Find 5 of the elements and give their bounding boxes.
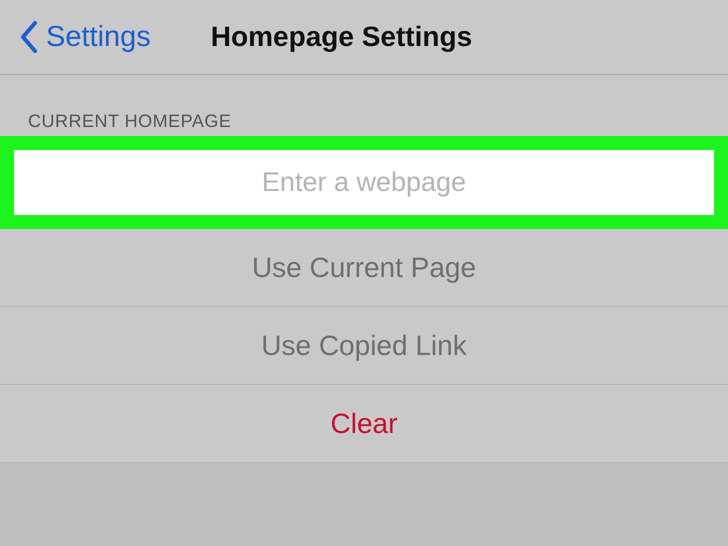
- homepage-input-field[interactable]: Enter a webpage: [14, 150, 714, 215]
- back-button[interactable]: Settings: [20, 20, 151, 54]
- chevron-left-icon: [20, 21, 38, 53]
- section-header: CURRENT HOMEPAGE: [27, 110, 232, 133]
- page-title: Homepage Settings: [210, 21, 472, 53]
